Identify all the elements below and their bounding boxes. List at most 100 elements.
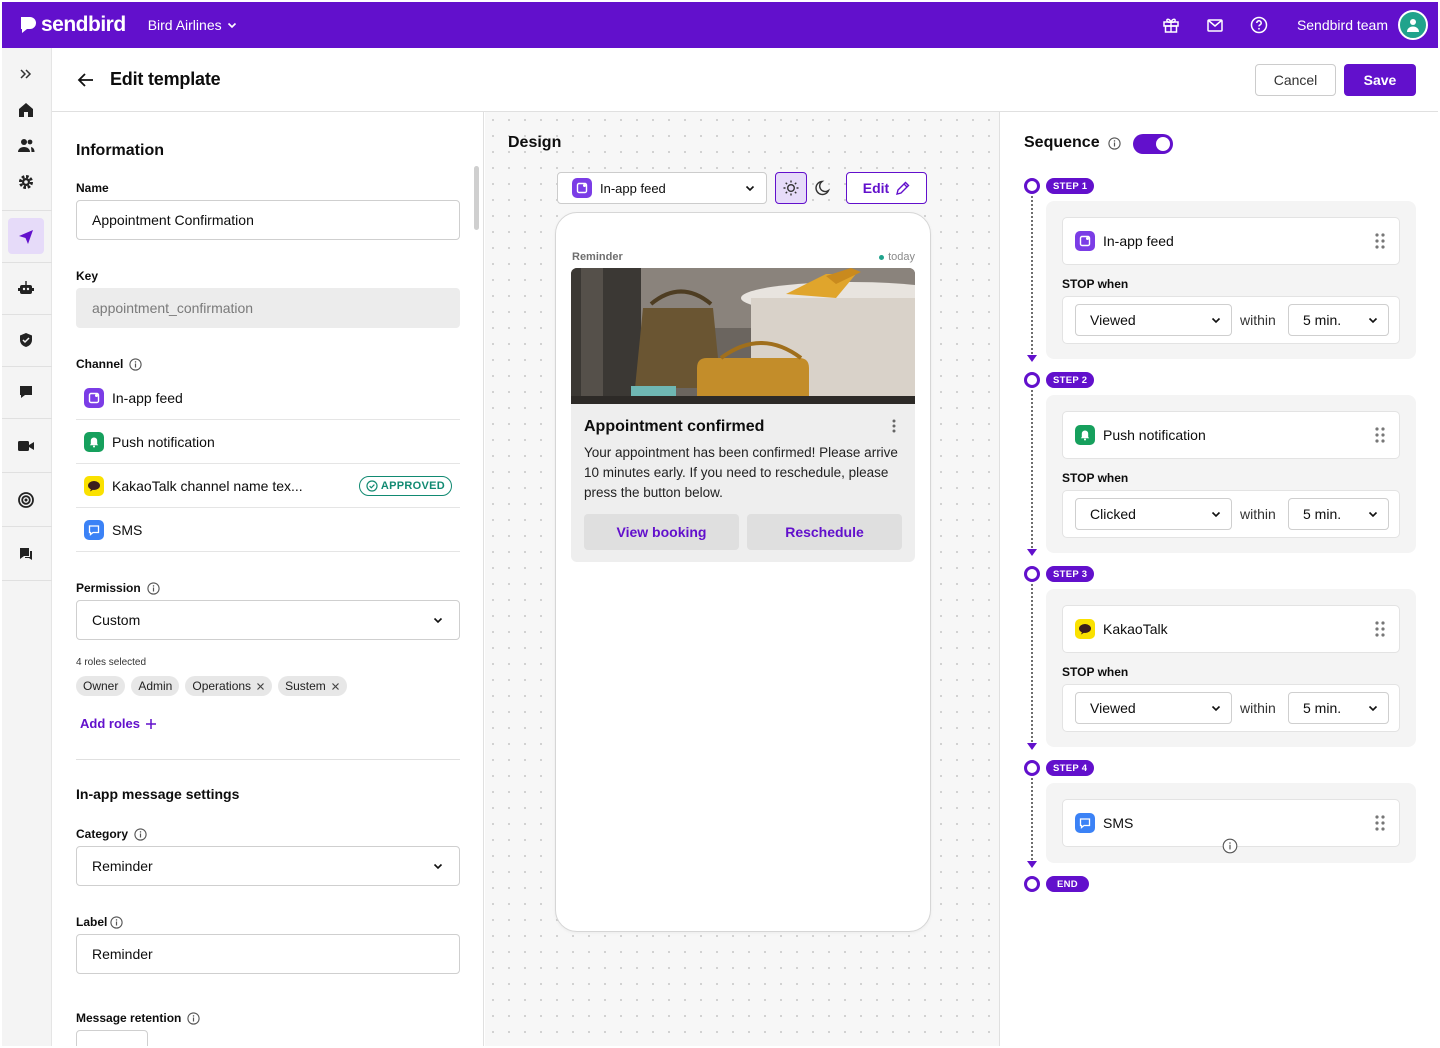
card-image — [571, 268, 915, 404]
within-time-select[interactable]: 5 min. — [1288, 692, 1389, 724]
drag-handle-icon[interactable] — [1375, 233, 1385, 249]
organization-switcher[interactable]: Bird Airlines — [148, 17, 238, 33]
live-broadcast-icon[interactable] — [8, 482, 44, 518]
remove-chip-icon[interactable] — [331, 682, 340, 691]
category-label: Category — [76, 827, 147, 841]
sequence-title-text: Sequence — [1024, 134, 1100, 151]
cancel-button[interactable]: Cancel — [1255, 64, 1336, 96]
info-icon[interactable] — [129, 357, 142, 371]
back-arrow-icon[interactable] — [76, 70, 96, 90]
users-icon[interactable] — [8, 128, 44, 164]
channel-label: Channel — [76, 357, 142, 371]
within-time-select[interactable]: 5 min. — [1288, 304, 1389, 336]
preview-channel-value: In-app feed — [600, 180, 666, 196]
organization-name: Bird Airlines — [147, 17, 222, 33]
name-label: Name — [76, 181, 109, 195]
label-input[interactable]: Reminder — [76, 934, 460, 974]
channel-list: In-app feed Push notification KakaoTalk … — [76, 376, 460, 552]
within-time-select[interactable]: 5 min. — [1288, 498, 1389, 530]
step-channel[interactable]: Push notification — [1062, 411, 1400, 459]
team-name[interactable]: Sendbird team — [1297, 17, 1388, 33]
message-retention-input[interactable] — [76, 1030, 148, 1046]
drag-handle-icon[interactable] — [1375, 815, 1385, 831]
info-icon[interactable] — [1107, 136, 1121, 150]
step-channel[interactable]: KakaoTalk — [1062, 605, 1400, 653]
edit-design-button[interactable]: Edit — [846, 172, 927, 204]
category-select-value: Reminder — [92, 858, 153, 874]
home-icon[interactable] — [8, 92, 44, 128]
info-icon[interactable] — [1222, 838, 1238, 854]
sequence-toggle[interactable] — [1133, 134, 1173, 154]
channel-item-push-notification[interactable]: Push notification — [76, 420, 460, 464]
stop-condition-select[interactable]: Clicked — [1075, 498, 1232, 530]
left-rail — [2, 48, 52, 1046]
view-booking-button[interactable]: View booking — [584, 514, 739, 550]
add-roles-button[interactable]: Add roles — [80, 716, 157, 731]
category-label-text: Category — [76, 827, 129, 841]
chat-icon[interactable] — [8, 374, 44, 410]
arrow-down-icon — [1027, 861, 1037, 868]
check-circle-icon — [366, 479, 378, 492]
category-select[interactable]: Reminder — [76, 846, 460, 886]
mail-icon[interactable] — [1199, 9, 1231, 41]
arrow-down-icon — [1027, 355, 1037, 362]
info-icon[interactable] — [134, 827, 147, 841]
chevron-down-icon — [433, 863, 443, 870]
settings-gear-icon[interactable] — [8, 164, 44, 200]
card-title: Appointment confirmed — [584, 418, 765, 435]
info-icon[interactable] — [187, 1011, 201, 1025]
campaigns-send-icon[interactable] — [8, 218, 44, 254]
role-chip-label: Operations — [192, 679, 252, 693]
stop-when-label: STOP when — [1062, 665, 1129, 679]
drag-handle-icon[interactable] — [1375, 621, 1385, 637]
chevron-down-icon — [1368, 317, 1378, 324]
save-button[interactable]: Save — [1344, 64, 1416, 96]
step-channel[interactable]: In-app feed — [1062, 217, 1400, 265]
expand-sidebar-icon[interactable] — [8, 56, 44, 92]
step-node — [1024, 760, 1040, 776]
scrollbar[interactable] — [474, 166, 479, 230]
remove-chip-icon[interactable] — [256, 682, 265, 691]
drag-handle-icon[interactable] — [1375, 427, 1385, 443]
more-options-icon[interactable] — [891, 418, 897, 434]
name-input-value: Appointment Confirmation — [92, 212, 254, 228]
within-time-value: 5 min. — [1303, 312, 1342, 328]
pencil-icon — [896, 181, 910, 195]
dark-mode-toggle[interactable] — [807, 172, 839, 204]
light-mode-toggle[interactable] — [775, 172, 807, 204]
step-card: Push notification STOP when Clicked with… — [1046, 395, 1416, 553]
page-header: Edit template Cancel Save — [52, 48, 1438, 112]
role-chip-label: Sustem — [285, 679, 326, 693]
stop-condition-select[interactable]: Viewed — [1075, 304, 1232, 336]
stop-condition-value: Viewed — [1090, 312, 1136, 328]
notification-card[interactable]: Appointment confirmed Your appointment h… — [571, 268, 915, 562]
desk-support-icon[interactable] — [8, 536, 44, 572]
help-icon[interactable] — [1243, 9, 1275, 41]
permission-select[interactable]: Custom — [76, 600, 460, 640]
stop-condition-row: Viewed within 5 min. — [1062, 684, 1400, 732]
info-icon[interactable] — [147, 581, 160, 595]
step-channel-name: KakaoTalk — [1103, 621, 1168, 637]
shield-chat-icon[interactable] — [8, 322, 44, 358]
edit-design-label: Edit — [862, 180, 890, 196]
gift-icon[interactable] — [1155, 9, 1187, 41]
permission-select-value: Custom — [92, 612, 141, 628]
chevron-down-icon — [227, 22, 236, 29]
chevron-down-icon — [433, 617, 443, 624]
reschedule-button[interactable]: Reschedule — [747, 514, 902, 550]
channel-item-kakaotalk[interactable]: KakaoTalk channel name tex... APPROVED — [76, 464, 460, 508]
name-input[interactable]: Appointment Confirmation — [76, 200, 460, 240]
video-call-icon[interactable] — [8, 428, 44, 464]
user-avatar[interactable] — [1398, 10, 1428, 40]
bot-icon[interactable] — [8, 270, 44, 306]
stop-condition-row: Clicked within 5 min. — [1062, 490, 1400, 538]
preview-channel-select[interactable]: In-app feed — [557, 172, 767, 204]
within-label: within — [1240, 312, 1276, 328]
sendbird-logo-icon — [21, 17, 36, 33]
info-icon[interactable] — [110, 915, 123, 929]
sendbird-logo[interactable]: sendbird — [18, 13, 126, 37]
stop-condition-select[interactable]: Viewed — [1075, 692, 1232, 724]
channel-item-in-app-feed[interactable]: In-app feed — [76, 376, 460, 420]
channel-item-sms[interactable]: SMS — [76, 508, 460, 552]
kakaotalk-icon — [1075, 619, 1095, 639]
